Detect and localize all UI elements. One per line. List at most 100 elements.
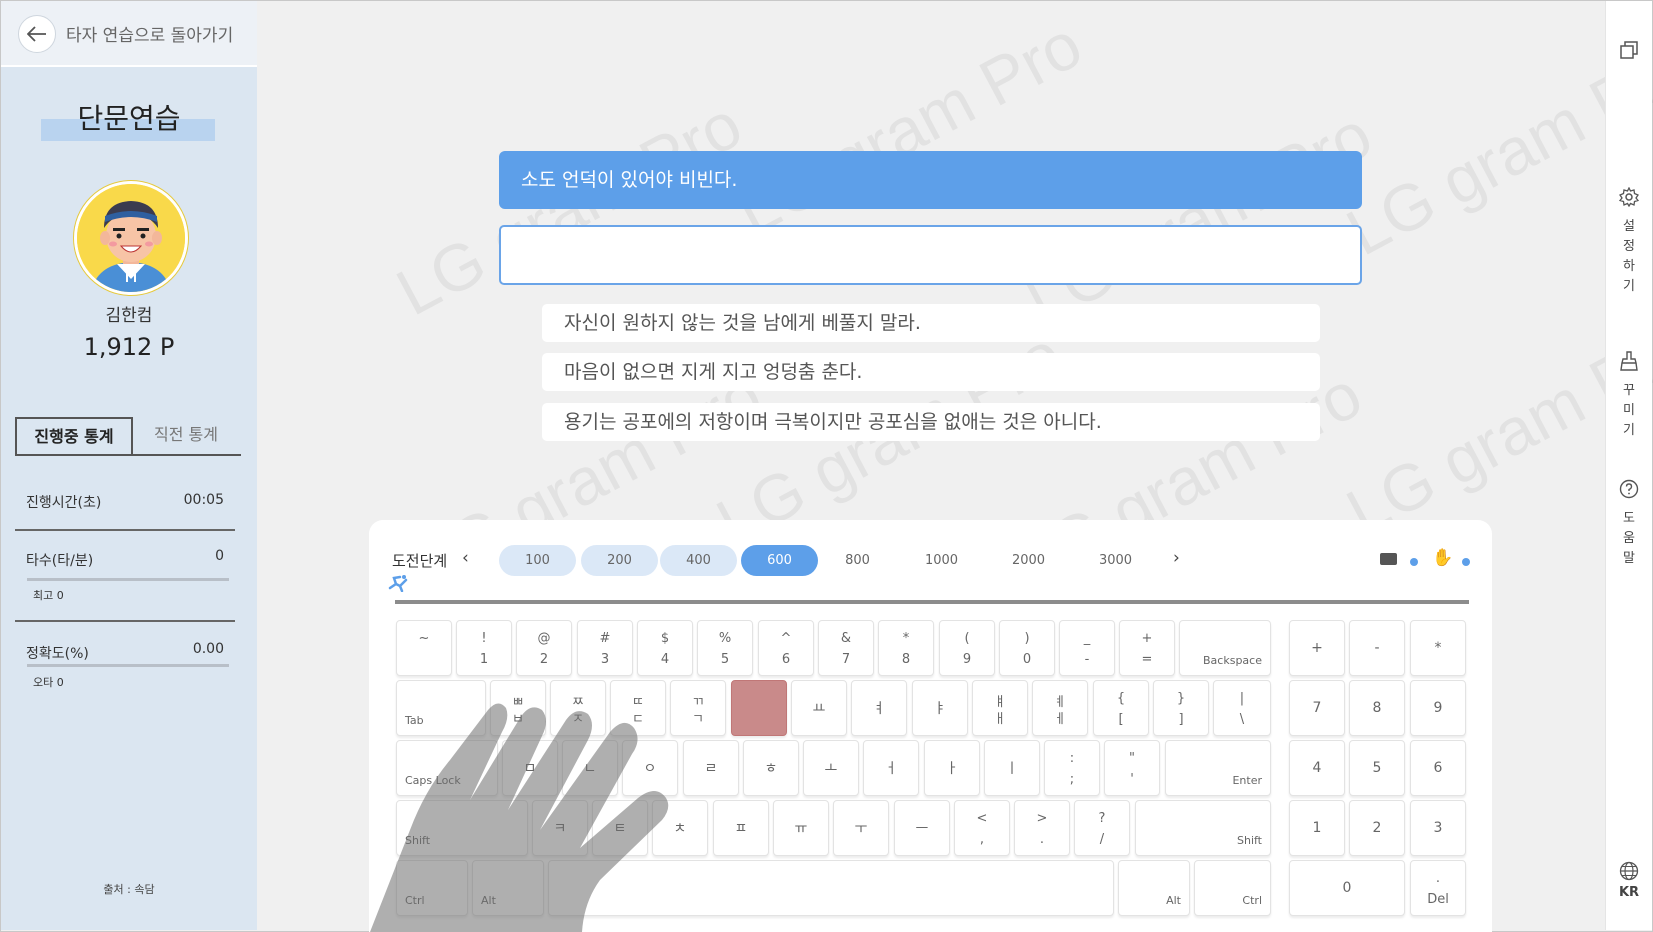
key[interactable]: ? / — [1074, 800, 1130, 856]
level-pill[interactable]: 800 — [819, 545, 896, 576]
decorate-label[interactable]: 꾸미기 — [1622, 381, 1636, 441]
decorate-button[interactable]: 꾸미기 — [1606, 351, 1652, 441]
key[interactable]: ㅃㅂ — [490, 680, 546, 736]
key[interactable]: ㅡ — [894, 800, 950, 856]
key-space[interactable] — [548, 860, 1114, 916]
key[interactable]: {[ — [1093, 680, 1149, 736]
key[interactable]: ㅎ — [743, 740, 799, 796]
window-button[interactable] — [1606, 41, 1652, 63]
key-backspace[interactable]: Backspace — [1179, 620, 1271, 676]
key[interactable]: ㄸㄷ — [610, 680, 666, 736]
key[interactable]: ! 1 — [456, 620, 512, 676]
level-pill[interactable]: 100 — [499, 545, 576, 576]
hand-toggle-icon[interactable]: ✋ — [1432, 548, 1453, 568]
key[interactable]: ㅓ — [863, 740, 919, 796]
key[interactable]: ㅇ — [622, 740, 678, 796]
key[interactable]: ㄲㄱ — [670, 680, 726, 736]
key-shift-left[interactable]: Shift — [396, 800, 528, 856]
key-ctrl-right[interactable]: Ctrl — [1194, 860, 1271, 916]
key[interactable]: ~ — [396, 620, 452, 676]
key[interactable]: ㅊ — [652, 800, 708, 856]
key-caps-lock[interactable]: Caps Lock — [396, 740, 498, 796]
key-alt-right[interactable]: Alt — [1118, 860, 1190, 916]
key[interactable]: $4 — [637, 620, 693, 676]
level-pill[interactable]: 2000 — [990, 545, 1067, 576]
key[interactable]: ㅣ — [984, 740, 1040, 796]
key[interactable]: ㅉㅈ — [550, 680, 606, 736]
back-button[interactable] — [18, 15, 56, 53]
settings-label[interactable]: 설정하기 — [1622, 217, 1636, 297]
key[interactable]: ㄴ — [562, 740, 618, 796]
key[interactable]: " ' — [1104, 740, 1160, 796]
key[interactable]: ㅑ — [912, 680, 968, 736]
key[interactable]: ㅌ — [592, 800, 648, 856]
level-pill[interactable]: 200 — [581, 545, 658, 576]
numpad-key[interactable]: 1 — [1289, 800, 1345, 856]
level-pill[interactable]: 3000 — [1077, 545, 1154, 576]
key[interactable]: ㅏ — [924, 740, 980, 796]
key[interactable]: ㅜ — [833, 800, 889, 856]
key[interactable]: }] — [1153, 680, 1209, 736]
key[interactable]: ㅠ — [773, 800, 829, 856]
level-pill[interactable]: 400 — [660, 545, 737, 576]
key[interactable]: ) 0 — [999, 620, 1055, 676]
key[interactable]: & 7 — [818, 620, 874, 676]
key[interactable]: :; — [1044, 740, 1100, 796]
key[interactable]: >. — [1014, 800, 1070, 856]
key[interactable]: ㅗ — [803, 740, 859, 796]
language-label[interactable]: KR — [1606, 885, 1652, 900]
level-prev-button[interactable]: ‹ — [462, 548, 469, 568]
key-shift-right[interactable]: Shift — [1135, 800, 1271, 856]
level-next-button[interactable]: › — [1173, 548, 1180, 568]
numpad-key-del[interactable]: . Del — [1410, 860, 1466, 916]
key[interactable]: ㄹ — [683, 740, 739, 796]
key[interactable]: ㅁ — [502, 740, 558, 796]
numpad-key[interactable]: 9 — [1410, 680, 1466, 736]
level-pill[interactable]: 1000 — [903, 545, 980, 576]
numpad-key[interactable]: 8 — [1349, 680, 1405, 736]
key[interactable]: ㅕ — [851, 680, 907, 736]
language-button[interactable]: KR — [1606, 861, 1652, 900]
key[interactable]: ㅍ — [713, 800, 769, 856]
numpad-key[interactable]: 2 — [1349, 800, 1405, 856]
key[interactable]: ㅋ — [532, 800, 588, 856]
typing-input[interactable] — [499, 225, 1362, 285]
key-highlighted[interactable] — [731, 680, 787, 736]
key-ctrl-left[interactable]: Ctrl — [396, 860, 468, 916]
level-pill-active[interactable]: 600 — [741, 545, 818, 576]
key[interactable]: _ - — [1059, 620, 1115, 676]
numpad-key[interactable]: + — [1289, 620, 1345, 676]
numpad-key[interactable]: * — [1410, 620, 1466, 676]
tab-current-stats[interactable]: 진행중 통계 — [15, 417, 133, 455]
key[interactable]: ㅛ — [791, 680, 847, 736]
key-enter[interactable]: Enter — [1165, 740, 1271, 796]
settings-button[interactable]: 설정하기 — [1606, 186, 1652, 297]
numpad-key[interactable]: 4 — [1289, 740, 1345, 796]
key[interactable]: ^ 6 — [758, 620, 814, 676]
numpad-key[interactable]: - — [1349, 620, 1405, 676]
numpad-key[interactable]: 7 — [1289, 680, 1345, 736]
key[interactable]: @2 — [516, 620, 572, 676]
numpad-key-0[interactable]: 0 — [1289, 860, 1405, 916]
key[interactable]: | \ — [1213, 680, 1271, 736]
key[interactable]: % 5 — [697, 620, 753, 676]
back-label[interactable]: 타자 연습으로 돌아가기 — [66, 21, 233, 46]
help-button[interactable]: 도움말 — [1606, 479, 1652, 569]
globe-icon — [1619, 861, 1639, 881]
help-label[interactable]: 도움말 — [1622, 509, 1636, 569]
keyboard-toggle-icon[interactable] — [1380, 553, 1397, 565]
stats-tabs: 진행중 통계 직전 통계 — [15, 417, 241, 455]
key[interactable]: <, — [954, 800, 1010, 856]
key[interactable]: #3 — [577, 620, 633, 676]
numpad-key[interactable]: 3 — [1410, 800, 1466, 856]
key[interactable]: + = — [1119, 620, 1175, 676]
numpad-key[interactable]: 5 — [1349, 740, 1405, 796]
key[interactable]: * 8 — [878, 620, 934, 676]
numpad-key[interactable]: 6 — [1410, 740, 1466, 796]
tab-previous-stats[interactable]: 직전 통계 — [131, 417, 241, 453]
key[interactable]: (9 — [939, 620, 995, 676]
key-tab[interactable]: Tab — [396, 680, 486, 736]
key[interactable]: ㅒㅐ — [972, 680, 1028, 736]
key[interactable]: ㅖㅔ — [1032, 680, 1088, 736]
key-alt-left[interactable]: Alt — [472, 860, 544, 916]
